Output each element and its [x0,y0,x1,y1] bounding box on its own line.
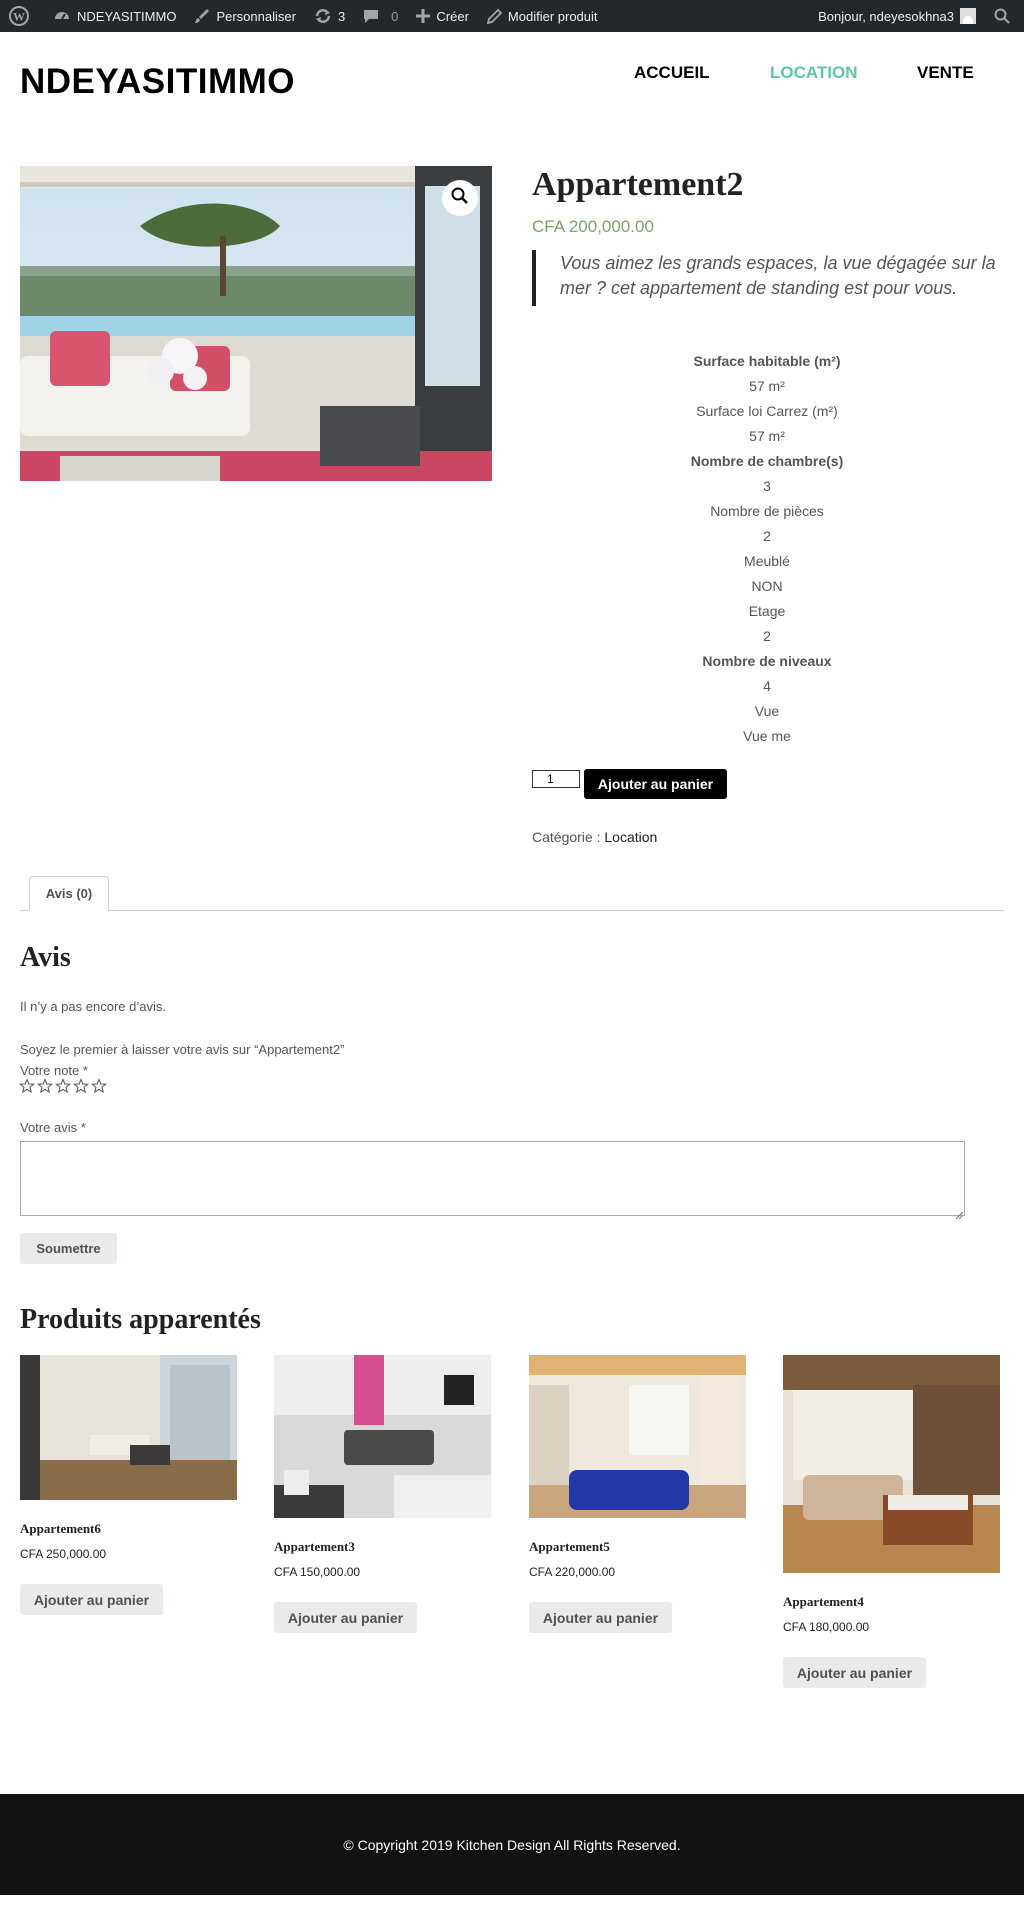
attribute-line: NON [751,578,783,594]
search-icon [994,8,1010,24]
site-name-label: NDEYASITIMMO [77,8,177,24]
wordpress-icon: W [9,6,29,26]
related-image[interactable] [274,1355,491,1518]
admin-bar: W NDEYASITIMMO Personnaliser 3 0 Créer M… [0,0,1024,32]
plus-icon [416,9,431,23]
star-icon[interactable] [73,1078,89,1094]
star-icon[interactable] [55,1078,71,1094]
new-content-label: Créer [436,8,469,24]
related-name[interactable]: Appartement6 [20,1521,101,1537]
nav-location[interactable]: LOCATION [770,63,858,83]
site-title[interactable]: NDEYASITIMMO [20,62,295,102]
related-add-to-cart-button[interactable]: Ajouter au panier [20,1584,163,1615]
quantity-input[interactable]: 1 [532,770,580,788]
footer: © Copyright 2019 Kitchen Design All Righ… [0,1794,1024,1895]
attribute-line: Nombre de niveaux [702,653,832,669]
account-menu[interactable]: Bonjour, ndeyesokhna3 [809,0,985,32]
attribute-line: Vue [754,703,780,719]
updates-count: 3 [337,8,346,24]
related-add-to-cart-button[interactable]: Ajouter au panier [783,1657,926,1688]
star-icon[interactable] [19,1078,35,1094]
attribute-line: Meublé [744,553,790,569]
attribute-line: Etage [748,603,786,619]
attribute-line: 3 [763,478,771,494]
add-to-cart-button[interactable]: Ajouter au panier [584,769,727,799]
attribute-line: Vue me [743,728,791,744]
greeting-text: Bonjour, ndeyesokhna3 [818,8,954,24]
updates-link[interactable]: 3 [305,0,354,32]
copyright-text: © Copyright 2019 Kitchen Design All Righ… [343,1836,681,1853]
related-name[interactable]: Appartement3 [274,1539,355,1555]
category-label: Catégorie : [532,829,601,845]
attribute-line: Surface loi Carrez (m²) [696,403,838,419]
edit-product-link[interactable]: Modifier produit [478,0,607,32]
related-add-to-cart-button[interactable]: Ajouter au panier [529,1602,672,1633]
nav-accueil[interactable]: ACCUEIL [634,63,710,83]
attribute-line: Nombre de pièces [710,503,824,519]
related-price: CFA 220,000.00 [529,1565,616,1579]
star-icon[interactable] [91,1078,107,1094]
customize-link[interactable]: Personnaliser [185,0,305,32]
review-textarea[interactable] [20,1141,965,1220]
related-image[interactable] [783,1355,1000,1573]
review-label: Votre avis * [20,1120,86,1135]
attribute-line: 57 m² [749,428,785,444]
product-price: CFA 200,000.00 [532,217,654,236]
attribute-line: 4 [763,678,771,694]
product-description: Vous aimez les grands espaces, la vue dé… [532,250,1002,306]
related-image[interactable] [529,1355,746,1518]
magnifier-icon [451,187,469,210]
related-name[interactable]: Appartement4 [783,1594,864,1610]
related-name[interactable]: Appartement5 [529,1539,610,1555]
product-category: Catégorie : Location [532,829,657,845]
rating-stars [19,1078,107,1094]
tabs-divider [20,910,1004,911]
comments-count: 0 [391,8,399,24]
attribute-line: 57 m² [749,378,785,394]
brush-icon [194,8,210,24]
related-title: Produits apparentés [20,1304,261,1335]
related-add-to-cart-button[interactable]: Ajouter au panier [274,1602,417,1633]
product-title: Appartement2 [532,166,744,203]
reviews-title: Avis [20,942,71,973]
svg-text:W: W [13,10,25,24]
rating-label: Votre note * [20,1063,88,1078]
related-price: CFA 180,000.00 [783,1620,870,1634]
dashboard-icon [53,7,71,25]
wordpress-logo-button[interactable]: W [0,0,44,32]
avatar [960,8,976,24]
comments-link[interactable]: 0 [354,0,407,32]
star-icon[interactable] [37,1078,53,1094]
attribute-line: 2 [763,628,771,644]
resize-grip-icon[interactable] [955,1206,964,1220]
edit-product-label: Modifier produit [507,8,598,24]
related-price: CFA 150,000.00 [274,1565,361,1579]
submit-review-button[interactable]: Soumettre [20,1233,117,1264]
updates-icon [314,7,332,25]
product-attributes: Surface habitable (m²) 57 m² Surface loi… [532,349,1002,749]
attribute-line: 2 [763,528,771,544]
related-price: CFA 250,000.00 [20,1547,107,1561]
admin-search-button[interactable] [985,0,1024,32]
zoom-button[interactable] [442,180,478,216]
pencil-icon [486,8,502,24]
be-first-text: Soyez le premier à laisser votre avis su… [20,1042,345,1057]
product-image[interactable] [20,166,492,481]
attribute-line: Surface habitable (m²) [693,353,841,369]
related-image[interactable] [20,1355,237,1500]
comment-icon [363,8,379,24]
site-name-link[interactable]: NDEYASITIMMO [44,0,185,32]
attribute-line: Nombre de chambre(s) [690,453,844,469]
new-content-link[interactable]: Créer [407,0,478,32]
customize-label: Personnaliser [216,8,296,24]
category-link[interactable]: Location [604,829,657,845]
nav-vente[interactable]: VENTE [917,63,974,83]
no-reviews-text: Il n’y a pas encore d’avis. [20,999,166,1014]
tab-reviews[interactable]: Avis (0) [29,876,109,911]
